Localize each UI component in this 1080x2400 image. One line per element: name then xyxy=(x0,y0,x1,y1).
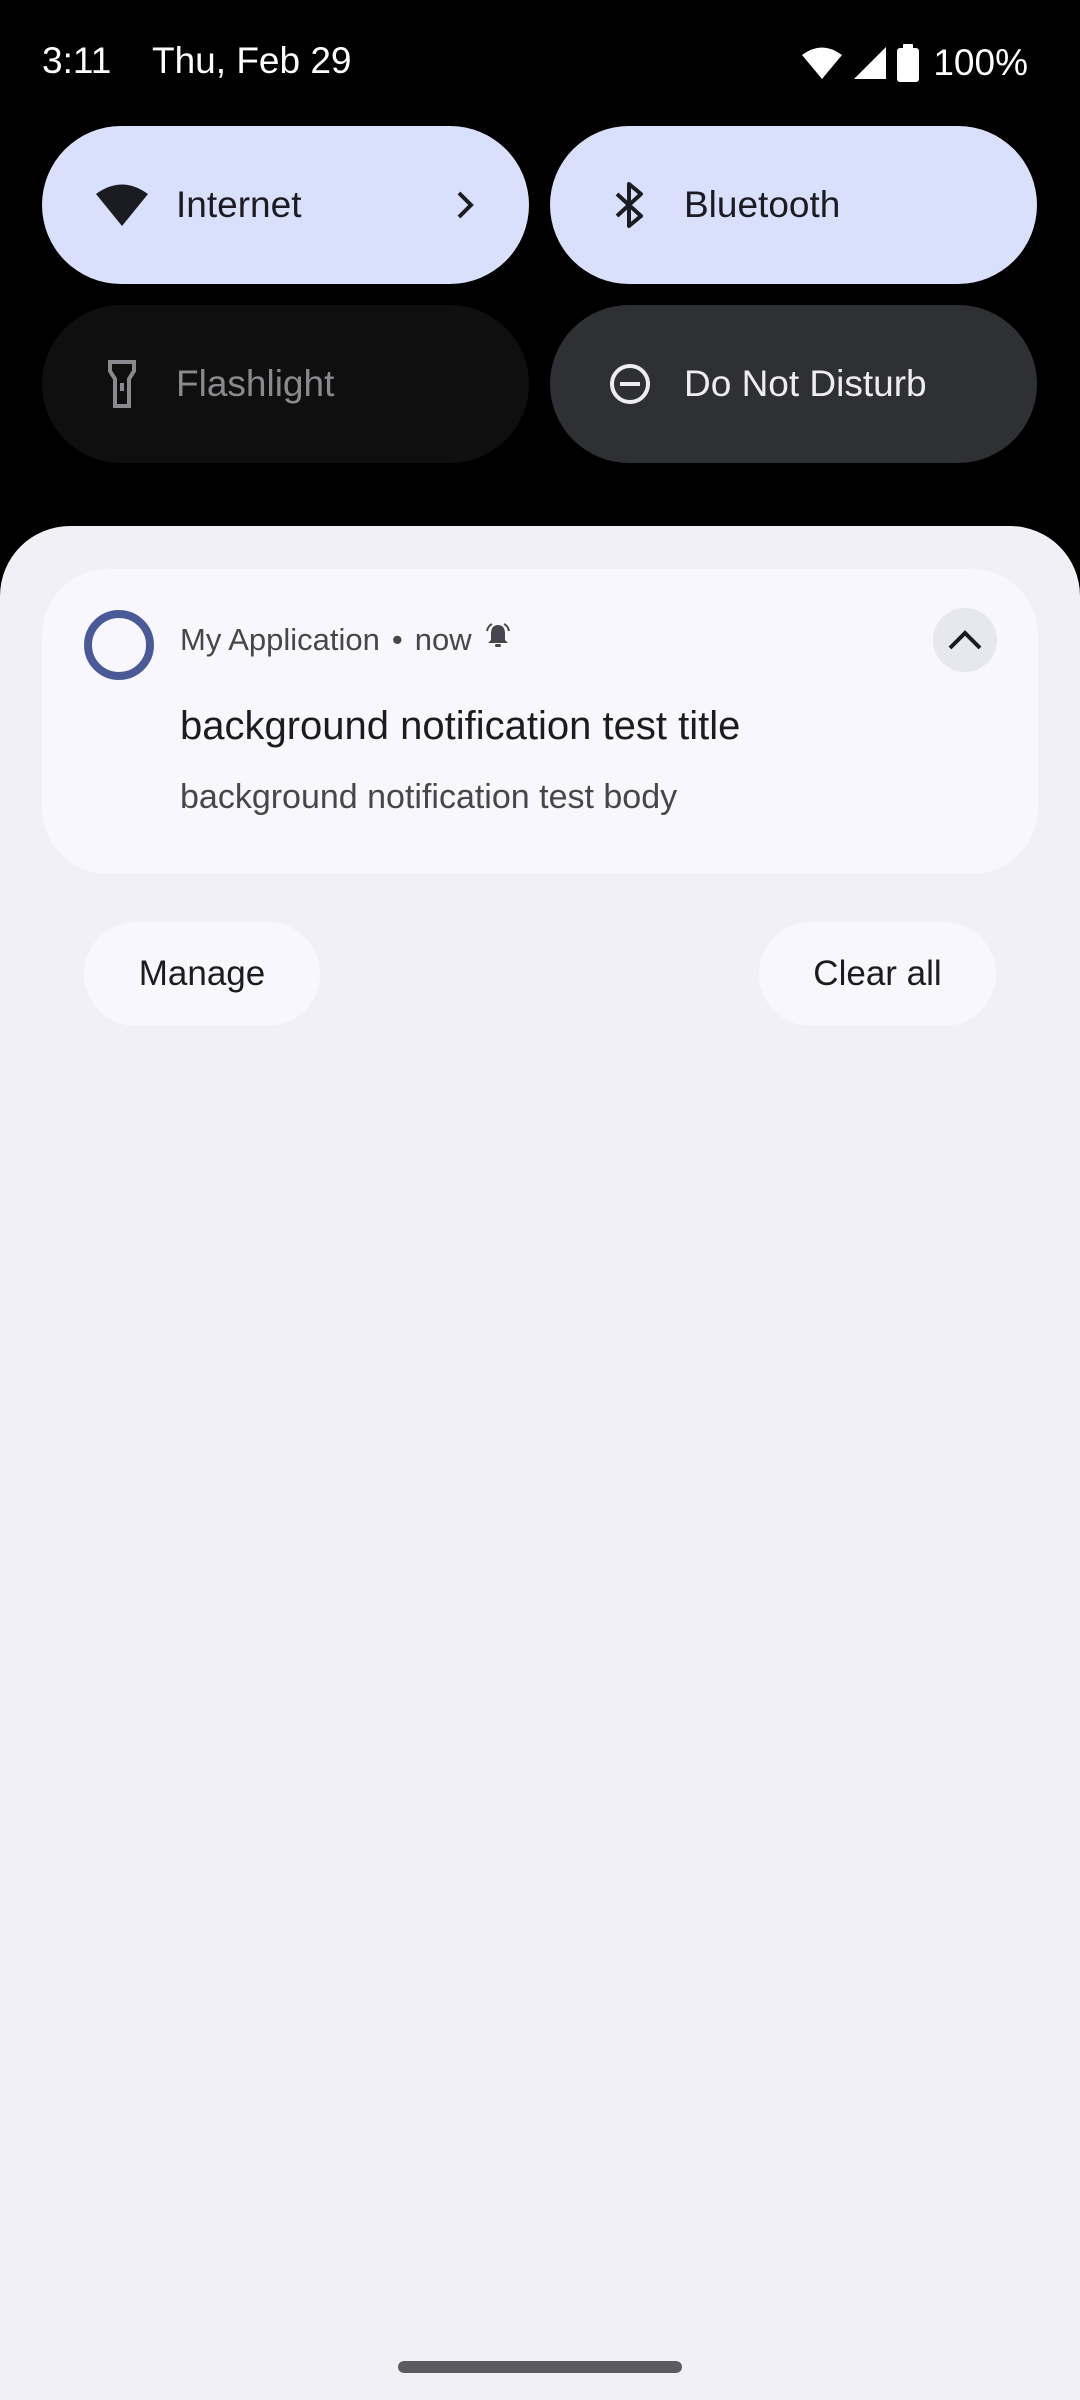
notification-title: background notification test title xyxy=(180,704,741,748)
clear-all-button[interactable]: Clear all xyxy=(759,922,996,1026)
status-date: Thu, Feb 29 xyxy=(152,40,352,81)
battery-icon xyxy=(897,44,920,82)
app-icon xyxy=(84,610,154,680)
tile-flashlight[interactable]: Flashlight xyxy=(42,305,529,463)
notification-time: now xyxy=(414,622,472,657)
bluetooth-icon xyxy=(602,177,658,233)
tile-do-not-disturb[interactable]: Do Not Disturb xyxy=(550,305,1037,463)
chevron-right-icon[interactable] xyxy=(445,185,485,225)
chevron-up-icon[interactable] xyxy=(933,608,997,672)
tile-bluetooth[interactable]: Bluetooth xyxy=(550,126,1037,284)
wifi-icon xyxy=(94,177,150,233)
notification-header: My Application • now xyxy=(180,622,512,658)
battery-percentage: 100% xyxy=(933,42,1028,83)
notification-body: background notification test body xyxy=(180,778,678,816)
status-time: 3:11 xyxy=(42,40,112,81)
flashlight-icon xyxy=(94,356,150,412)
wifi-icon xyxy=(801,46,843,80)
cell-signal-icon xyxy=(853,46,887,80)
manage-button[interactable]: Manage xyxy=(84,922,320,1026)
status-bar: 3:11 Thu, Feb 29 100% xyxy=(0,0,1080,128)
tile-internet[interactable]: Internet xyxy=(42,126,529,284)
header-separator: • xyxy=(391,622,403,657)
alerting-bell-icon xyxy=(484,622,512,658)
home-indicator[interactable] xyxy=(398,2361,682,2373)
status-icons: 100% xyxy=(801,42,1028,84)
android-notification-shade: 3:11 Thu, Feb 29 100% Internet Bluetooth… xyxy=(0,0,1080,2400)
tile-label: Bluetooth xyxy=(684,184,841,225)
tile-label: Flashlight xyxy=(176,363,335,404)
tile-label: Do Not Disturb xyxy=(684,363,927,404)
app-name: My Application xyxy=(180,622,380,657)
do-not-disturb-icon xyxy=(602,356,658,412)
tile-label: Internet xyxy=(176,184,302,225)
